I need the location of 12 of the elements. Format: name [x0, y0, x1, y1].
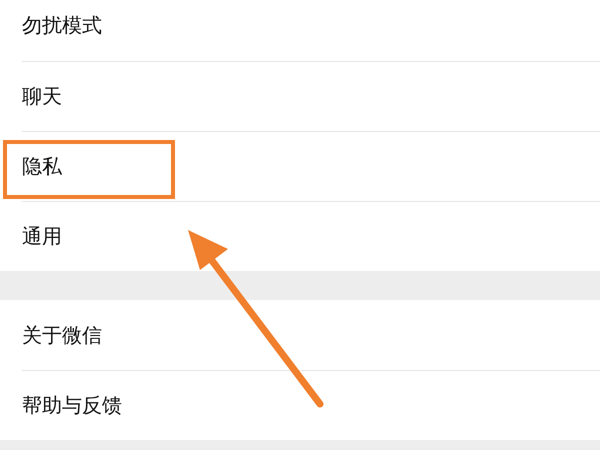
- row-label: 聊天: [22, 83, 62, 109]
- settings-row[interactable]: 通用: [0, 201, 600, 271]
- row-label: 关于微信: [22, 322, 102, 348]
- settings-row[interactable]: 帮助与反馈: [0, 370, 600, 440]
- row-label: 通用: [22, 223, 62, 249]
- row-label: 帮助与反馈: [22, 392, 122, 418]
- row-label: 勿扰模式: [22, 12, 102, 38]
- settings-row[interactable]: 隐私: [0, 131, 600, 201]
- settings-row[interactable]: 关于微信: [0, 300, 600, 370]
- settings-row[interactable]: 勿扰模式: [0, 0, 600, 61]
- settings-row[interactable]: 聊天: [0, 61, 600, 131]
- row-label: 隐私: [22, 153, 62, 179]
